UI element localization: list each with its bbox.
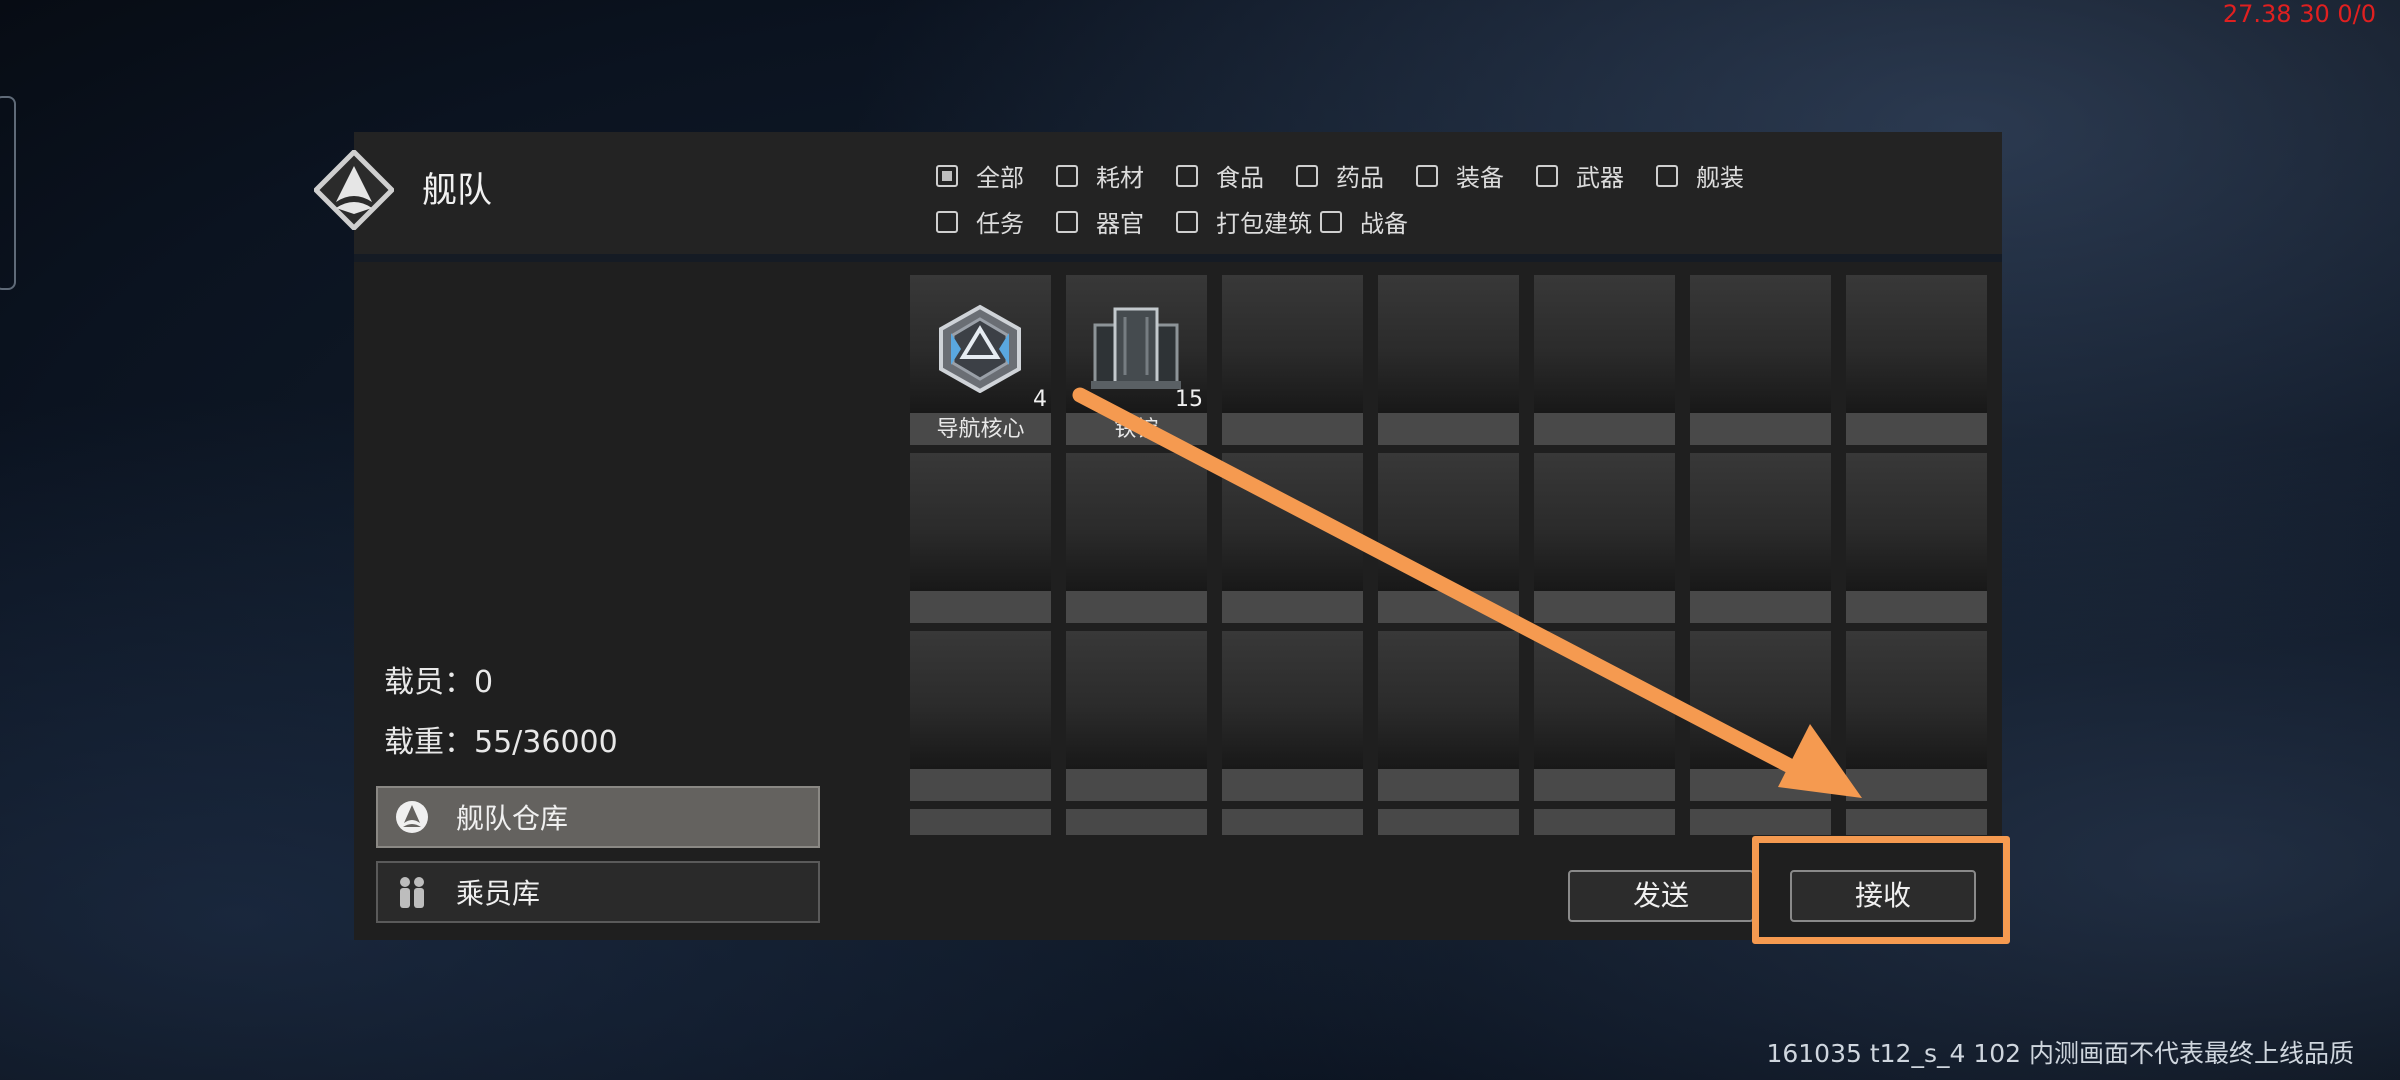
receive-highlight-box — [1752, 836, 2010, 944]
tutorial-arrow-icon — [1072, 387, 1862, 798]
